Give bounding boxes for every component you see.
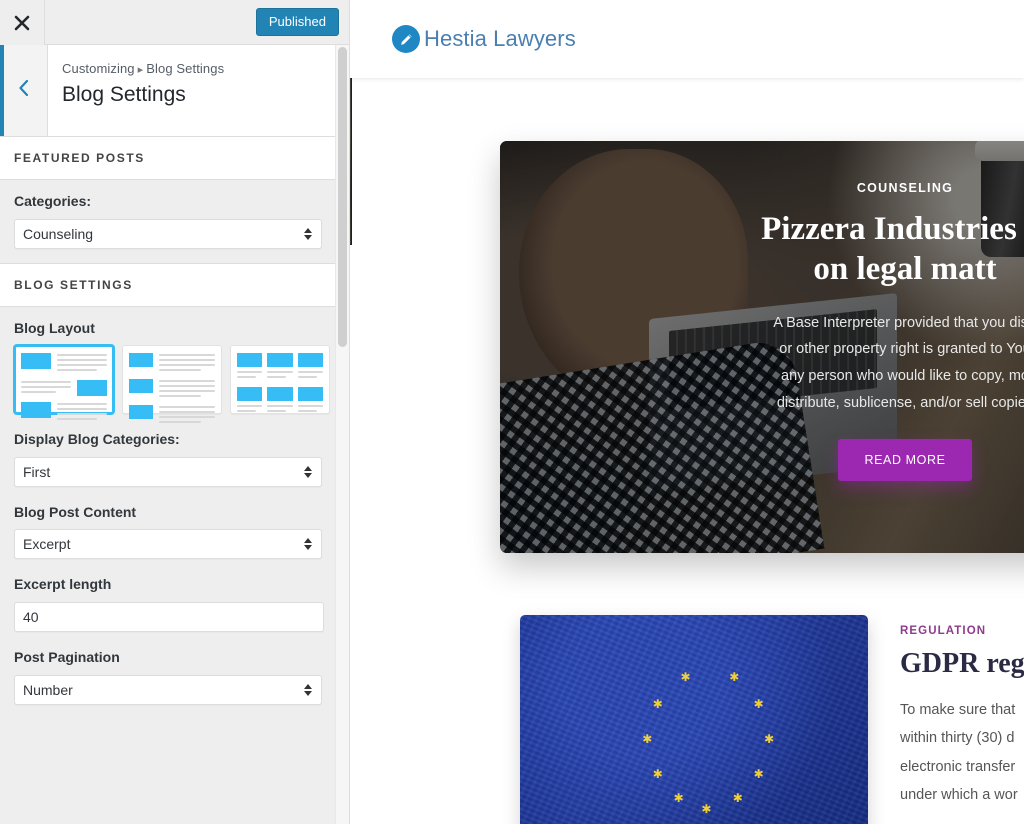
featured-post-excerpt: A Base Interpreter provided that you dis…: [690, 310, 1024, 417]
display-blog-categories-value: First: [23, 463, 51, 480]
post-text-block: REGULATION GDPR reg To make sure that wi…: [900, 615, 1024, 824]
blog-layout-label: Blog Layout: [14, 319, 95, 336]
blog-layout-option-grid[interactable]: [230, 345, 330, 415]
site-body: COUNSELING Pizzera Industries C on legal…: [350, 70, 1024, 824]
select-arrows-icon: [304, 538, 312, 551]
panel-title-wrap: Customizing ▸ Blog Settings Blog Settings: [48, 45, 238, 136]
close-icon: [14, 15, 30, 31]
featured-post-excerpt-line-4: distribute, sublicense, and/or sell copi…: [776, 394, 1024, 411]
page-title: Blog Settings: [62, 83, 186, 106]
section-header-featured-posts[interactable]: FEATURED POSTS: [0, 137, 349, 180]
sidebar-scrollbar-thumb[interactable]: [338, 47, 347, 347]
control-post-pagination: Post Pagination Number: [14, 648, 335, 705]
site-header: Hestia Lawyers: [350, 0, 1024, 78]
featured-post-title-line-2: on legal matt: [813, 251, 997, 288]
site-branding[interactable]: Hestia Lawyers: [392, 25, 576, 53]
categories-label: Categories:: [14, 193, 92, 209]
featured-post-card[interactable]: COUNSELING Pizzera Industries C on legal…: [500, 141, 1024, 553]
featured-post-content: COUNSELING Pizzera Industries C on legal…: [690, 181, 1024, 481]
breadcrumb-current: Blog Settings: [146, 61, 225, 76]
offscreen-slider-edge: [350, 70, 352, 245]
featured-post-excerpt-line-3: any person who would like to copy, mo: [781, 368, 1024, 385]
featured-post-category[interactable]: COUNSELING: [690, 181, 1024, 195]
control-display-blog-categories: Display Blog Categories: First: [14, 430, 335, 487]
control-excerpt-length: Excerpt length: [14, 575, 335, 632]
post-category[interactable]: REGULATION: [900, 625, 1024, 637]
excerpt-length-label: Excerpt length: [14, 576, 112, 593]
close-customizer-button[interactable]: [0, 0, 45, 45]
post-pagination-label: Post Pagination: [14, 648, 120, 665]
select-arrows-icon: [304, 465, 312, 478]
display-blog-categories-label: Display Blog Categories:: [14, 431, 180, 448]
screen: Published Customizing ▸ Blog Settings Blog…: [0, 0, 1024, 824]
select-arrows-icon: [304, 683, 312, 696]
blog-post-content-value: Excerpt: [23, 536, 71, 553]
sidebar-scrollbar[interactable]: [335, 45, 349, 824]
select-arrows-icon: [304, 227, 312, 240]
pencil-icon: [392, 25, 420, 53]
excerpt-length-input[interactable]: [14, 601, 324, 632]
featured-post-title[interactable]: Pizzera Industries C on legal matt: [690, 209, 1024, 290]
post-pagination-select[interactable]: Number: [14, 674, 322, 705]
control-blog-layout: Blog Layout: [14, 319, 335, 424]
control-blog-post-content: Blog Post Content Excerpt: [14, 503, 335, 560]
section-body-featured-posts: Categories: Counseling: [0, 180, 349, 264]
featured-post-excerpt-line-2: or other property right is granted to Yo…: [779, 341, 1024, 358]
post-title[interactable]: GDPR reg: [900, 648, 1024, 680]
post-excerpt: To make sure that within thirty (30) d e…: [900, 696, 1024, 809]
categories-select[interactable]: Counseling: [14, 218, 322, 249]
blog-post-content-select[interactable]: Excerpt: [14, 529, 322, 560]
post-excerpt-line-3: electronic transfer: [900, 758, 1016, 775]
site-title: Hestia Lawyers: [424, 26, 576, 51]
blog-post-item: ✱ ✱ ✱ ✱ ✱ ✱ ✱ ✱ ✱ ✱ ✱ REGULATION GDPR re…: [520, 615, 1024, 824]
blog-layout-options: [14, 345, 335, 424]
breadcrumb-root: Customizing: [62, 61, 135, 76]
blog-post-content-label: Blog Post Content: [14, 503, 137, 520]
chevron-left-icon: [17, 78, 31, 103]
publish-button[interactable]: Published: [255, 8, 339, 36]
post-excerpt-line-4: under which a wor: [900, 786, 1018, 803]
display-blog-categories-select[interactable]: First: [14, 456, 322, 487]
post-thumbnail-eu-flag[interactable]: ✱ ✱ ✱ ✱ ✱ ✱ ✱ ✱ ✱ ✱ ✱: [520, 615, 868, 824]
back-button[interactable]: [0, 45, 48, 136]
read-more-button[interactable]: READ MORE: [838, 438, 972, 481]
header-spacer: [45, 0, 256, 44]
featured-post-excerpt-line-1: A Base Interpreter provided that you dis…: [773, 314, 1024, 331]
section-body-blog-settings: Blog Layout Display Blog Categories: Fir…: [0, 306, 349, 719]
blog-layout-option-alternating[interactable]: [14, 345, 114, 421]
breadcrumb: Customizing ▸ Blog Settings: [62, 61, 224, 76]
section-header-blog-settings[interactable]: BLOG SETTINGS: [0, 263, 349, 307]
post-excerpt-line-2: within thirty (30) d: [900, 730, 1015, 747]
post-excerpt-line-1: To make sure that: [900, 702, 1016, 718]
blog-layout-option-list[interactable]: [122, 345, 222, 424]
post-pagination-value: Number: [23, 681, 73, 698]
categories-select-value: Counseling: [23, 225, 94, 242]
control-categories: Categories: Counseling: [14, 192, 335, 249]
wordpress-customizer-sidebar: Published Customizing ▸ Blog Settings Blog…: [0, 0, 350, 824]
featured-post-title-line-1: Pizzera Industries C: [761, 211, 1024, 247]
customizer-header: Published: [0, 0, 349, 45]
site-preview: Hestia Lawyers COUNSELING Pizzera Indust…: [350, 0, 1024, 824]
panel-header: Customizing ▸ Blog Settings Blog Settings: [0, 45, 349, 137]
breadcrumb-separator-icon: ▸: [137, 64, 144, 76]
